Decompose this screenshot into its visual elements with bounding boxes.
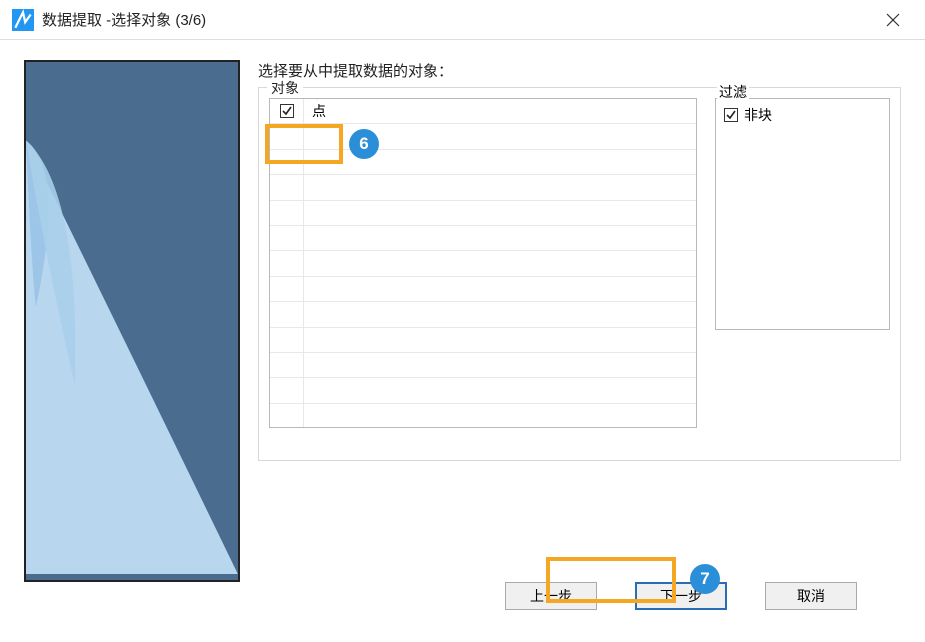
main-panel: 选择要从中提取数据的对象： 对象 6 对象 bbox=[258, 60, 901, 560]
step-badge-7: 7 bbox=[690, 564, 720, 594]
window-title: 数据提取 -选择对象 (3/6) bbox=[42, 9, 873, 30]
table-row[interactable] bbox=[270, 175, 696, 200]
table-row[interactable] bbox=[270, 150, 696, 175]
filter-listbox[interactable]: 非块 bbox=[715, 98, 890, 330]
table-row[interactable] bbox=[270, 251, 696, 276]
object-table[interactable]: 对象 点 bbox=[269, 98, 697, 428]
table-row[interactable] bbox=[270, 328, 696, 353]
table-row[interactable] bbox=[270, 124, 696, 149]
prev-button[interactable]: 上一步 bbox=[505, 582, 597, 610]
table-row[interactable] bbox=[270, 353, 696, 378]
object-table-wrap: 6 对象 点 bbox=[269, 98, 697, 450]
checkbox-icon[interactable] bbox=[280, 104, 294, 118]
instruction-text: 选择要从中提取数据的对象： bbox=[258, 60, 901, 81]
objects-legend: 对象 bbox=[267, 78, 303, 98]
filter-item[interactable]: 非块 bbox=[724, 105, 881, 125]
filter-group: 过滤 非块 bbox=[715, 98, 890, 450]
dialog-content: 选择要从中提取数据的对象： 对象 6 对象 bbox=[0, 40, 925, 560]
table-row[interactable] bbox=[270, 226, 696, 251]
row-label: 点 bbox=[304, 101, 326, 121]
table-row[interactable] bbox=[270, 277, 696, 302]
app-icon bbox=[12, 9, 34, 31]
table-row[interactable] bbox=[270, 404, 696, 428]
object-table-header: 对象 bbox=[306, 98, 338, 103]
cancel-button-label: 取消 bbox=[797, 586, 825, 606]
filter-legend: 过滤 bbox=[717, 82, 749, 102]
titlebar: 数据提取 -选择对象 (3/6) bbox=[0, 0, 925, 40]
prev-button-label: 上一步 bbox=[530, 586, 572, 606]
table-row[interactable] bbox=[270, 378, 696, 403]
filter-item-label: 非块 bbox=[744, 105, 772, 125]
row-checkbox-cell[interactable] bbox=[270, 99, 304, 123]
step-badge-6: 6 bbox=[349, 129, 379, 159]
preview-panel bbox=[24, 60, 240, 582]
objects-groupbox: 对象 6 对象 bbox=[258, 87, 901, 461]
table-row[interactable] bbox=[270, 201, 696, 226]
table-row[interactable] bbox=[270, 302, 696, 327]
cancel-button[interactable]: 取消 bbox=[765, 582, 857, 610]
close-button[interactable] bbox=[873, 0, 913, 40]
page-fold-icon bbox=[26, 62, 238, 574]
checkbox-icon[interactable] bbox=[724, 108, 738, 122]
